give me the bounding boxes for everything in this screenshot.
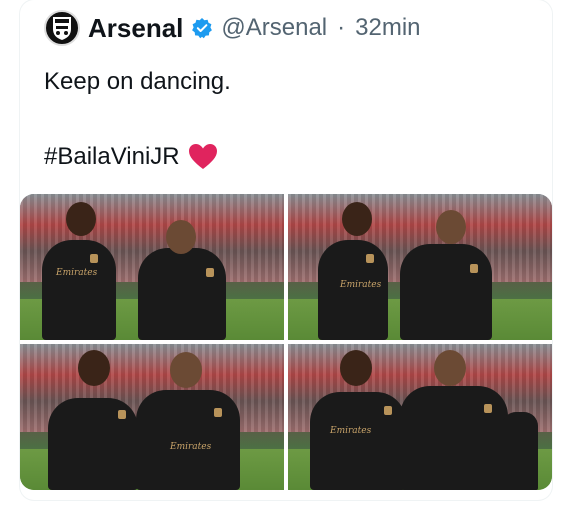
shirt-sponsor: Emirates: [56, 268, 98, 278]
shirt-sponsor: Emirates: [170, 442, 212, 452]
tweet-header: Arsenal @Arsenal · 32min: [44, 10, 421, 46]
photo-2[interactable]: Emirates: [288, 194, 552, 340]
shirt-sponsor: Emirates: [340, 280, 382, 290]
tweet-text: Keep on dancing.: [44, 68, 231, 95]
hashtag-link[interactable]: #BailaViniJR: [44, 143, 180, 171]
photo-4[interactable]: Emirates: [288, 344, 552, 490]
photo-3[interactable]: Emirates: [20, 344, 284, 490]
verified-badge-icon: [192, 18, 213, 39]
shirt-sponsor: Emirates: [330, 426, 372, 436]
red-heart-icon: [188, 144, 217, 169]
arsenal-crest-icon[interactable]: [44, 10, 80, 46]
user-handle[interactable]: @Arsenal: [221, 14, 327, 42]
separator-dot: ·: [337, 14, 346, 41]
tweet-card[interactable]: Arsenal @Arsenal · 32min Keep on dancing…: [20, 0, 552, 500]
tweet-timestamp[interactable]: 32min: [355, 14, 420, 42]
media-grid: Emirates Emirates Emirates Emirates: [20, 194, 552, 490]
hashtag-line: #BailaViniJR: [44, 143, 218, 171]
display-name[interactable]: Arsenal: [88, 13, 183, 44]
photo-1[interactable]: Emirates: [20, 194, 284, 340]
